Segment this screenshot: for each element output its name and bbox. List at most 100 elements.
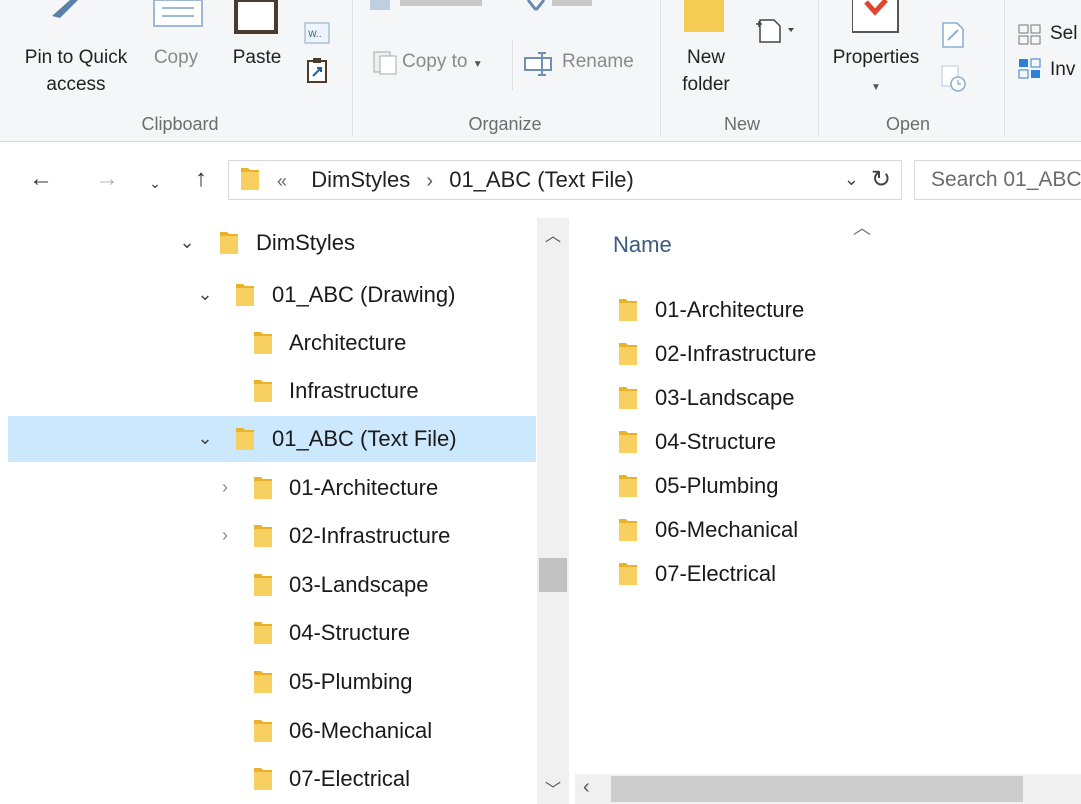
group-divider: [818, 0, 819, 136]
tree-item-01-architecture[interactable]: › 01-Architecture: [8, 465, 536, 511]
tree-item-07-electrical[interactable]: 07-Electrical: [8, 756, 536, 802]
scrollbar-thumb[interactable]: [539, 558, 567, 592]
up-button[interactable]: ↑: [186, 164, 216, 194]
forward-arrow-icon: →: [95, 165, 119, 192]
recent-locations-button[interactable]: ⌄: [140, 168, 170, 198]
group-divider: [660, 0, 661, 136]
list-item[interactable]: 03-Landscape: [575, 378, 1081, 422]
chevron-right-icon[interactable]: ›: [416, 170, 443, 192]
tree-item-label: 01_ABC (Drawing): [272, 282, 456, 307]
folder-icon: [254, 525, 272, 547]
properties-label: Properties: [832, 47, 920, 68]
tree-item-infrastructure[interactable]: Infrastructure: [8, 368, 536, 414]
chevron-down-icon[interactable]: ⌄: [196, 428, 214, 449]
open-group-label: Open: [885, 114, 931, 134]
list-item[interactable]: 04-Structure: [575, 422, 1081, 466]
history-icon[interactable]: [940, 64, 968, 97]
navigation-pane-scrollbar[interactable]: ︿ ﹀: [537, 218, 569, 804]
paste-button[interactable]: Paste: [222, 44, 292, 71]
pin-to-quick-access-button[interactable]: Pin to Quick access: [14, 44, 138, 98]
navigation-pane: ⌄ DimStyles ⌄ 01_ABC (Drawing) Architect…: [8, 218, 536, 804]
copy-to-button[interactable]: Copy to ▼: [402, 48, 483, 78]
chevron-down-icon[interactable]: ⌄: [196, 284, 214, 305]
folder-icon: [619, 387, 637, 409]
tree-item-04-structure[interactable]: 04-Structure: [8, 610, 536, 656]
select-all-button[interactable]: Sel: [1050, 20, 1077, 47]
copy-icon: [150, 0, 206, 33]
copy-button[interactable]: Copy: [145, 44, 207, 71]
paste-shortcut-icon[interactable]: [306, 58, 328, 89]
file-list-horizontal-scrollbar[interactable]: ‹: [575, 774, 1081, 804]
tree-item-01-abc-text-file[interactable]: ⌄ 01_ABC (Text File): [8, 416, 536, 462]
tree-item-dimstyles[interactable]: ⌄ DimStyles: [8, 220, 536, 266]
new-folder-button[interactable]: New folder: [668, 44, 744, 98]
chevron-down-icon: ▼: [871, 82, 881, 93]
tree-item-05-plumbing[interactable]: 05-Plumbing: [8, 659, 536, 705]
search-input[interactable]: Search 01_ABC: [914, 160, 1081, 200]
folder-icon: [220, 232, 238, 254]
refresh-button[interactable]: ↻: [871, 165, 891, 194]
tree-item-label: 02-Infrastructure: [289, 523, 451, 548]
chevron-down-icon[interactable]: ⌄: [178, 232, 196, 253]
folder-icon: [619, 519, 637, 541]
tree-item-architecture[interactable]: Architecture: [8, 320, 536, 366]
chevron-down-icon: ▼: [472, 59, 483, 70]
scroll-up-icon[interactable]: ︿: [545, 222, 561, 246]
new-folder-label: New folder: [682, 47, 730, 95]
chevron-right-icon[interactable]: ›: [216, 477, 234, 498]
tree-item-label: 06-Mechanical: [289, 718, 433, 743]
ribbon: Pin to Quick access Copy Paste W.. Clipb…: [0, 0, 1081, 142]
refresh-icon: ↻: [870, 166, 891, 193]
folder-icon: [619, 563, 637, 585]
scrollbar-thumb[interactable]: [611, 776, 1023, 802]
open-icon[interactable]: [940, 20, 966, 55]
list-item-label: 03-Landscape: [655, 385, 795, 410]
invert-selection-button[interactable]: Inv: [1050, 56, 1075, 83]
copy-to-icon: [372, 50, 398, 81]
chevron-down-icon: ⌄: [843, 169, 859, 189]
forward-button[interactable]: →: [92, 164, 122, 194]
folder-icon: [619, 475, 637, 497]
rename-label: Rename: [562, 51, 634, 72]
search-placeholder: Search 01_ABC: [931, 168, 1081, 191]
tree-item-02-infrastructure[interactable]: › 02-Infrastructure: [8, 513, 536, 559]
group-divider: [1004, 0, 1005, 136]
folder-icon: [236, 284, 254, 306]
tree-item-label: 07-Electrical: [289, 766, 411, 791]
list-item[interactable]: 07-Electrical: [575, 554, 1081, 598]
tree-item-01-abc-drawing[interactable]: ⌄ 01_ABC (Drawing): [8, 272, 536, 318]
pin-to-quick-access-label: Pin to Quick access: [24, 47, 128, 95]
copy-path-icon[interactable]: W..: [304, 22, 330, 49]
back-button[interactable]: ←: [26, 164, 56, 194]
folder-icon: [254, 332, 272, 354]
address-dropdown-button[interactable]: ⌄: [844, 169, 859, 190]
list-item[interactable]: 05-Plumbing: [575, 466, 1081, 510]
copy-to-label: Copy to: [402, 51, 468, 72]
new-group-label: New: [723, 114, 760, 134]
folder-icon: [236, 428, 254, 450]
breadcrumb-item[interactable]: 01_ABC (Text File): [449, 167, 634, 192]
column-header-name[interactable]: Name: [613, 232, 672, 258]
address-bar[interactable]: « DimStyles › 01_ABC (Text File) ⌄ ↻: [228, 160, 902, 200]
list-item[interactable]: 06-Mechanical: [575, 510, 1081, 554]
properties-icon: [851, 0, 900, 39]
properties-button[interactable]: Properties ▼: [826, 44, 926, 101]
folder-icon: [254, 671, 272, 693]
new-item-icon[interactable]: [754, 18, 802, 49]
tree-item-label: 04-Structure: [289, 620, 411, 645]
rename-button[interactable]: Rename: [562, 48, 634, 75]
chevron-right-icon[interactable]: ›: [216, 525, 234, 546]
file-list: ︿ Name 01-Architecture 02-Infrastructure…: [575, 212, 1081, 804]
tree-item-06-mechanical[interactable]: 06-Mechanical: [8, 708, 536, 754]
copy-label: Copy: [153, 47, 199, 68]
delete-icon: [526, 0, 596, 19]
breadcrumb-overflow-button[interactable]: «: [277, 171, 287, 191]
list-item[interactable]: 02-Infrastructure: [575, 334, 1081, 378]
scroll-down-icon[interactable]: ﹀: [545, 776, 561, 800]
list-item[interactable]: 01-Architecture: [575, 290, 1081, 334]
breadcrumb-item[interactable]: DimStyles: [311, 167, 410, 192]
invert-selection-icon: [1018, 58, 1042, 85]
tree-item-label: Architecture: [289, 330, 407, 355]
tree-item-03-landscape[interactable]: 03-Landscape: [8, 562, 536, 608]
scroll-left-icon[interactable]: ‹: [583, 776, 590, 799]
